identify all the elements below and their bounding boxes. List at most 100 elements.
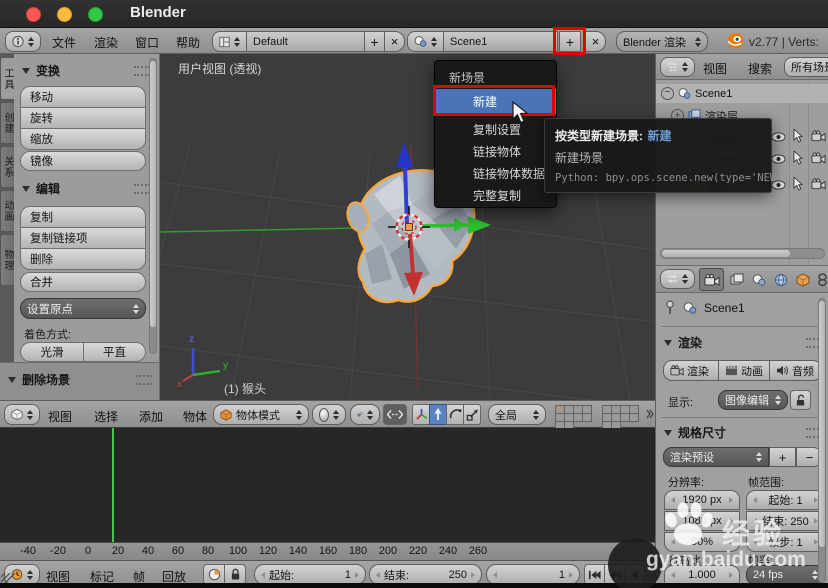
layer-cell[interactable]: [582, 413, 592, 422]
manipulator-rotate-toggle[interactable]: [446, 404, 464, 425]
frame-start-field-timeline[interactable]: 起始: 1: [254, 564, 366, 585]
increment-icon[interactable]: [355, 572, 359, 578]
tab-physics[interactable]: 物理: [0, 234, 14, 286]
panel-grip-icon[interactable]: [134, 184, 150, 194]
outliner-filter-dropdown[interactable]: 所有场景: [784, 57, 828, 77]
shade-flat-button[interactable]: 平直: [83, 342, 146, 362]
jump-prev-keyframe-button[interactable]: [604, 564, 625, 585]
minimize-window-button[interactable]: [57, 7, 72, 22]
render-button[interactable]: 渲染: [663, 360, 719, 381]
tab-object-icon[interactable]: [796, 273, 810, 287]
decrement-icon[interactable]: [671, 539, 675, 545]
outliner-menu-search[interactable]: 搜索: [748, 60, 772, 77]
duplicate-linked-button[interactable]: 复制链接项: [20, 227, 146, 249]
manipulator-scale-toggle[interactable]: [463, 404, 481, 425]
tab-relations[interactable]: 关系: [0, 146, 14, 188]
mirror-button[interactable]: 镜像: [20, 151, 146, 171]
frame-end-field-timeline[interactable]: 结束: 250: [369, 564, 482, 585]
render-camera-icon[interactable]: [811, 130, 826, 142]
jump-to-start-button[interactable]: [584, 564, 605, 585]
menu-window[interactable]: 窗口: [135, 34, 159, 51]
unlink-scene-button[interactable]: ×: [585, 31, 606, 52]
viewport-shading-dropdown[interactable]: [312, 404, 346, 425]
corner-resize-grip[interactable]: [643, 566, 657, 580]
tab-world-icon[interactable]: [774, 273, 788, 287]
rotate-button[interactable]: 旋转: [20, 107, 146, 129]
resolution-y-field[interactable]: 1080 px: [664, 511, 740, 531]
collapse-icon[interactable]: −: [661, 87, 674, 100]
eye-icon[interactable]: [771, 154, 786, 164]
editor-type-selector-outliner[interactable]: [660, 57, 695, 77]
scale-button[interactable]: 缩放: [20, 128, 146, 150]
render-camera-icon[interactable]: [811, 152, 826, 164]
resolution-x-field[interactable]: 1920 px: [664, 490, 740, 510]
menu-help[interactable]: 帮助: [176, 34, 200, 51]
scene-name-field[interactable]: Scene1: [443, 31, 558, 52]
lock-range-toggle[interactable]: [224, 564, 246, 585]
shade-smooth-button[interactable]: 光滑: [20, 342, 84, 362]
panel-header-edit[interactable]: 编辑: [22, 180, 150, 197]
panel-grip-icon[interactable]: [136, 375, 152, 385]
pivot-point-dropdown[interactable]: [350, 404, 380, 425]
editor-type-selector-3dview[interactable]: [4, 404, 40, 425]
tool-shelf-scrollbar[interactable]: [149, 58, 157, 354]
increment-icon[interactable]: [729, 518, 733, 524]
tab-scene-icon[interactable]: [752, 273, 766, 287]
close-layout-button[interactable]: ×: [384, 31, 405, 52]
selectable-pointer-icon[interactable]: [793, 177, 803, 191]
decrement-icon[interactable]: [671, 572, 675, 578]
properties-scrollbar[interactable]: [818, 298, 826, 583]
current-frame-field[interactable]: 1: [486, 564, 580, 585]
manipulate-centers-toggle[interactable]: [383, 404, 407, 425]
selectable-pointer-icon[interactable]: [793, 129, 803, 143]
tab-create[interactable]: 创建: [0, 102, 14, 144]
layer-cell[interactable]: [629, 413, 639, 422]
frame-step-field[interactable]: 帧步: 1: [746, 532, 825, 552]
sync-playback-toggle[interactable]: [203, 564, 225, 585]
duplicate-button[interactable]: 复制: [20, 206, 146, 228]
menu-file[interactable]: 文件: [52, 34, 76, 51]
outliner-menu-view[interactable]: 视图: [703, 60, 727, 77]
decrement-icon[interactable]: [753, 539, 757, 545]
close-window-button[interactable]: [26, 7, 41, 22]
outliner-scrollbar[interactable]: [660, 248, 825, 259]
menu-item-full-copy[interactable]: 完整复制: [473, 187, 521, 204]
tab-render-properties[interactable]: [699, 268, 724, 291]
delete-button[interactable]: 删除: [20, 248, 146, 270]
manipulator-translate-toggle[interactable]: [429, 404, 447, 425]
tab-animation[interactable]: 动画: [0, 190, 14, 232]
menu-item-link-objects[interactable]: 链接物体: [473, 143, 521, 160]
decrement-icon[interactable]: [671, 497, 675, 503]
mode-dropdown[interactable]: 物体模式: [213, 404, 309, 425]
display-dropdown[interactable]: 图像编辑: [718, 390, 788, 410]
animation-button[interactable]: 动画: [718, 360, 770, 381]
view3d-menu-add[interactable]: 添加: [139, 408, 163, 425]
render-engine-dropdown[interactable]: Blender 渲染: [616, 31, 708, 52]
view3d-menu-view[interactable]: 视图: [48, 408, 72, 425]
preset-add-button[interactable]: +: [769, 447, 796, 467]
increment-icon[interactable]: [729, 497, 733, 503]
move-button[interactable]: 移动: [20, 86, 146, 108]
scene-selector-icon-button[interactable]: [407, 31, 444, 52]
fps-dropdown[interactable]: 24 fps: [746, 565, 825, 585]
decrement-icon[interactable]: [671, 518, 675, 524]
frame-end-field[interactable]: 结束: 250: [746, 511, 825, 531]
increment-icon[interactable]: [471, 572, 475, 578]
menu-item-link-object-data[interactable]: 链接物体数据: [473, 165, 555, 182]
decrement-icon[interactable]: [376, 572, 380, 578]
scrollbar-thumb[interactable]: [819, 301, 825, 547]
decrement-icon[interactable]: [753, 497, 757, 503]
viewport-3d[interactable]: 用户视图 (透视) z y x (1) 猴头: [160, 54, 655, 400]
editor-type-selector-properties[interactable]: [660, 269, 695, 289]
scrollbar-thumb[interactable]: [150, 61, 156, 327]
manipulator-axes-toggle[interactable]: [412, 404, 430, 425]
render-camera-icon[interactable]: [811, 178, 826, 190]
increment-icon[interactable]: [729, 539, 733, 545]
maximize-window-button[interactable]: [88, 7, 103, 22]
pin-icon[interactable]: [664, 300, 676, 315]
tab-tools[interactable]: 工具: [0, 57, 14, 100]
screen-layout-field[interactable]: Default: [246, 31, 365, 52]
decrement-icon[interactable]: [753, 518, 757, 524]
layers-grid-left[interactable]: [556, 406, 597, 430]
panel-header-operator[interactable]: 删除场景: [8, 371, 152, 388]
